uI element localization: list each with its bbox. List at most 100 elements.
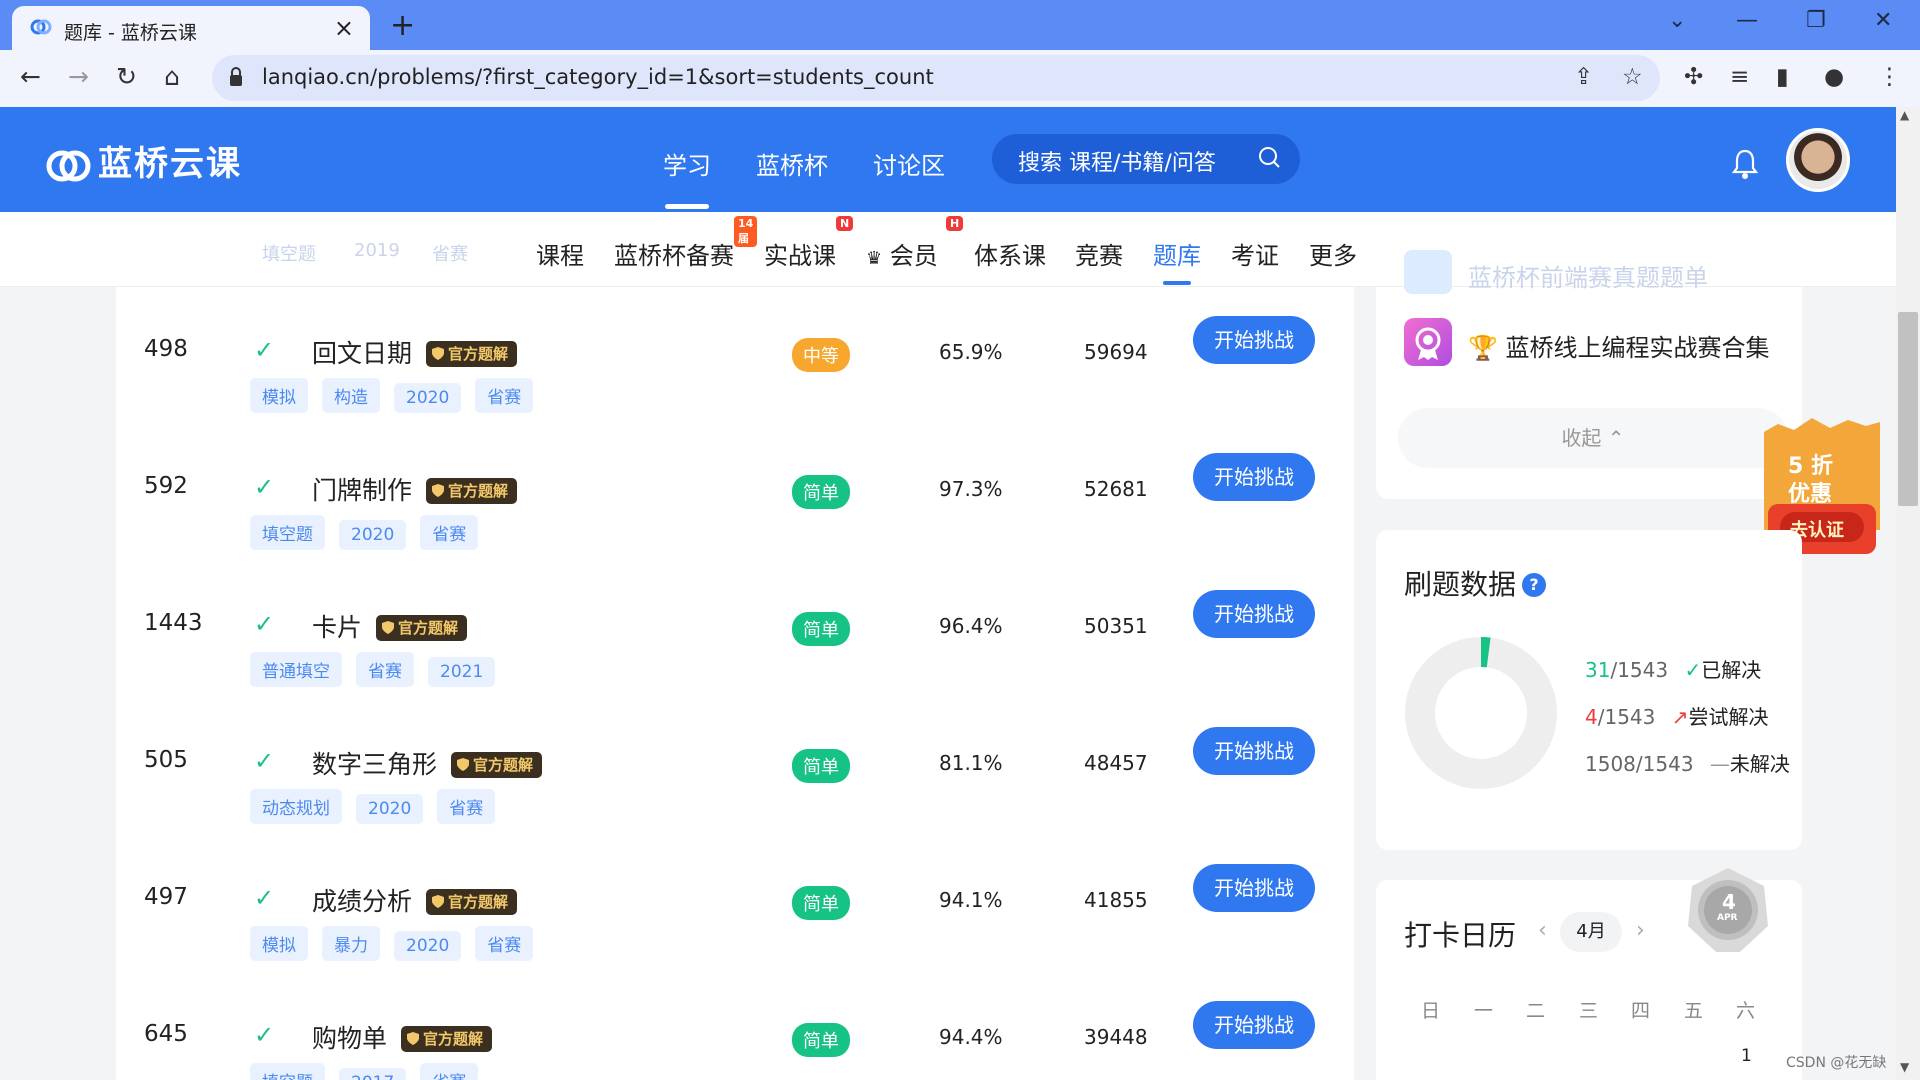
- subnav-problem-bank[interactable]: 题库: [1153, 236, 1201, 285]
- official-solution-badge[interactable]: 官方题解: [426, 478, 518, 504]
- tag[interactable]: 省赛: [437, 789, 496, 824]
- user-avatar[interactable]: [1786, 128, 1850, 192]
- contest-set-title[interactable]: 🏆 蓝桥线上编程实战赛合集: [1468, 328, 1770, 363]
- back-icon[interactable]: ←: [20, 62, 41, 91]
- nav-lanqiao-cup[interactable]: 蓝桥杯: [756, 146, 828, 181]
- problem-title[interactable]: 购物单 官方题解: [312, 1019, 493, 1055]
- bookmark-star-icon[interactable]: ☆: [1622, 64, 1643, 90]
- stat-tried: 4/1543 ↗尝试解决: [1585, 701, 1769, 730]
- profile-icon[interactable]: ●: [1824, 64, 1844, 90]
- problem-title[interactable]: 回文日期 官方题解: [312, 334, 518, 370]
- tag[interactable]: 暴力: [322, 926, 380, 961]
- tag[interactable]: 动态规划: [250, 789, 342, 824]
- tag[interactable]: 模拟: [250, 926, 308, 961]
- start-challenge-button[interactable]: 开始挑战: [1193, 316, 1315, 364]
- site-search-input[interactable]: 搜索 课程/书籍/问答: [992, 134, 1300, 184]
- tag[interactable]: 填空题: [250, 1063, 325, 1080]
- tab-search-icon[interactable]: ⌄: [1668, 8, 1686, 33]
- close-tab-icon[interactable]: ×: [334, 14, 354, 42]
- help-icon[interactable]: ?: [1522, 573, 1547, 597]
- notification-bell-icon[interactable]: [1731, 148, 1759, 180]
- tag[interactable]: 构造: [322, 378, 380, 413]
- shield-icon: [457, 758, 470, 771]
- problem-name: 购物单: [312, 1024, 388, 1053]
- official-solution-badge[interactable]: 官方题解: [426, 889, 518, 915]
- unsolved-total: /1543: [1635, 752, 1694, 776]
- search-icon[interactable]: [1258, 146, 1280, 168]
- official-solution-badge[interactable]: 官方题解: [401, 1026, 493, 1052]
- extensions-icon[interactable]: ✣: [1684, 64, 1703, 90]
- calendar-day[interactable]: 1: [1741, 1046, 1752, 1066]
- difficulty-badge: 简单: [792, 612, 850, 646]
- reload-icon[interactable]: ↻: [116, 62, 137, 91]
- site-header: [0, 107, 1920, 212]
- tag[interactable]: 普通填空: [250, 652, 342, 687]
- tag[interactable]: 填空题: [250, 515, 325, 550]
- tag[interactable]: 模拟: [250, 378, 308, 413]
- home-icon[interactable]: ⌂: [164, 62, 180, 91]
- month-selector[interactable]: 4月: [1560, 912, 1622, 952]
- tag[interactable]: 2020: [394, 931, 462, 961]
- tried-count: 4: [1585, 705, 1598, 729]
- new-tab-icon[interactable]: +: [390, 8, 415, 43]
- subnav-practice[interactable]: 实战课 N: [764, 216, 854, 271]
- subnav-system-courses[interactable]: 体系课: [974, 236, 1046, 271]
- tag[interactable]: 2020: [394, 383, 462, 413]
- contest-set-icon: [1404, 318, 1452, 366]
- problem-title[interactable]: 数字三角形 官方题解: [312, 745, 543, 781]
- scroll-down-icon[interactable]: ▼: [1900, 1060, 1909, 1074]
- official-solution-badge[interactable]: 官方题解: [426, 341, 518, 367]
- subnav-more[interactable]: 更多: [1309, 236, 1357, 271]
- tag[interactable]: 2020: [356, 794, 424, 824]
- tag[interactable]: 省赛: [475, 926, 534, 961]
- tag[interactable]: 2020: [339, 520, 407, 550]
- official-solution-badge[interactable]: 官方题解: [451, 752, 543, 778]
- subnav-courses[interactable]: 课程: [536, 236, 584, 271]
- tag[interactable]: 省赛: [420, 515, 479, 550]
- faded-set-title[interactable]: 蓝桥杯前端赛真题题单: [1468, 258, 1708, 293]
- forward-icon[interactable]: →: [68, 62, 89, 91]
- collapse-button[interactable]: 收起 ⌃: [1398, 408, 1788, 468]
- media-icon[interactable]: ≡: [1730, 64, 1749, 90]
- trophy-icon: 🏆: [1468, 334, 1498, 362]
- tag[interactable]: 省赛: [356, 652, 414, 687]
- window-close-icon[interactable]: ✕: [1874, 8, 1892, 33]
- start-challenge-button[interactable]: 开始挑战: [1193, 727, 1315, 775]
- start-challenge-button[interactable]: 开始挑战: [1193, 1001, 1315, 1049]
- start-challenge-button[interactable]: 开始挑战: [1193, 864, 1315, 912]
- menu-icon[interactable]: ⋮: [1878, 64, 1901, 90]
- tag[interactable]: 省赛: [475, 378, 534, 413]
- nav-study[interactable]: 学习: [663, 146, 711, 209]
- stats-title: 刷题数据?: [1404, 563, 1547, 603]
- url-input[interactable]: lanqiao.cn/problems/?first_category_id=1…: [212, 55, 1660, 101]
- site-logo[interactable]: 蓝桥云课: [44, 136, 242, 185]
- subnav-vip[interactable]: ♛ 会员 H: [866, 216, 964, 271]
- scrollbar-thumb[interactable]: [1898, 312, 1918, 506]
- start-challenge-button[interactable]: 开始挑战: [1193, 590, 1315, 638]
- subnav-cup-prep[interactable]: 蓝桥杯备赛 14届: [614, 216, 758, 271]
- side-panel-icon[interactable]: ▮: [1776, 64, 1789, 90]
- shield-icon: [432, 895, 445, 908]
- problem-name: 门牌制作: [312, 476, 413, 505]
- next-month-icon[interactable]: ›: [1636, 918, 1645, 943]
- problem-name: 卡片: [312, 613, 363, 642]
- problem-title[interactable]: 成绩分析 官方题解: [312, 882, 518, 918]
- prev-month-icon[interactable]: ‹: [1538, 918, 1547, 943]
- scroll-up-icon[interactable]: ▲: [1900, 108, 1909, 122]
- weekday-sat: 六: [1736, 1000, 1756, 1022]
- problem-title[interactable]: 卡片 官方题解: [312, 608, 468, 644]
- share-icon[interactable]: ⇪: [1574, 64, 1593, 90]
- subnav-contests[interactable]: 竞赛: [1075, 236, 1123, 271]
- restore-icon[interactable]: ❐: [1806, 8, 1826, 33]
- tag[interactable]: 省赛: [420, 1063, 479, 1080]
- start-challenge-button[interactable]: 开始挑战: [1193, 453, 1315, 501]
- official-solution-badge[interactable]: 官方题解: [376, 615, 468, 641]
- problem-title[interactable]: 门牌制作 官方题解: [312, 471, 518, 507]
- browser-tab[interactable]: 题库 - 蓝桥云课 ×: [12, 6, 370, 50]
- tag[interactable]: 2021: [428, 657, 496, 687]
- nav-forum[interactable]: 讨论区: [873, 146, 945, 181]
- tag[interactable]: 2017: [339, 1068, 407, 1080]
- minimize-icon[interactable]: —: [1736, 8, 1758, 33]
- subnav-certification[interactable]: 考证: [1231, 236, 1279, 271]
- scrollbar-track[interactable]: [1896, 107, 1920, 1080]
